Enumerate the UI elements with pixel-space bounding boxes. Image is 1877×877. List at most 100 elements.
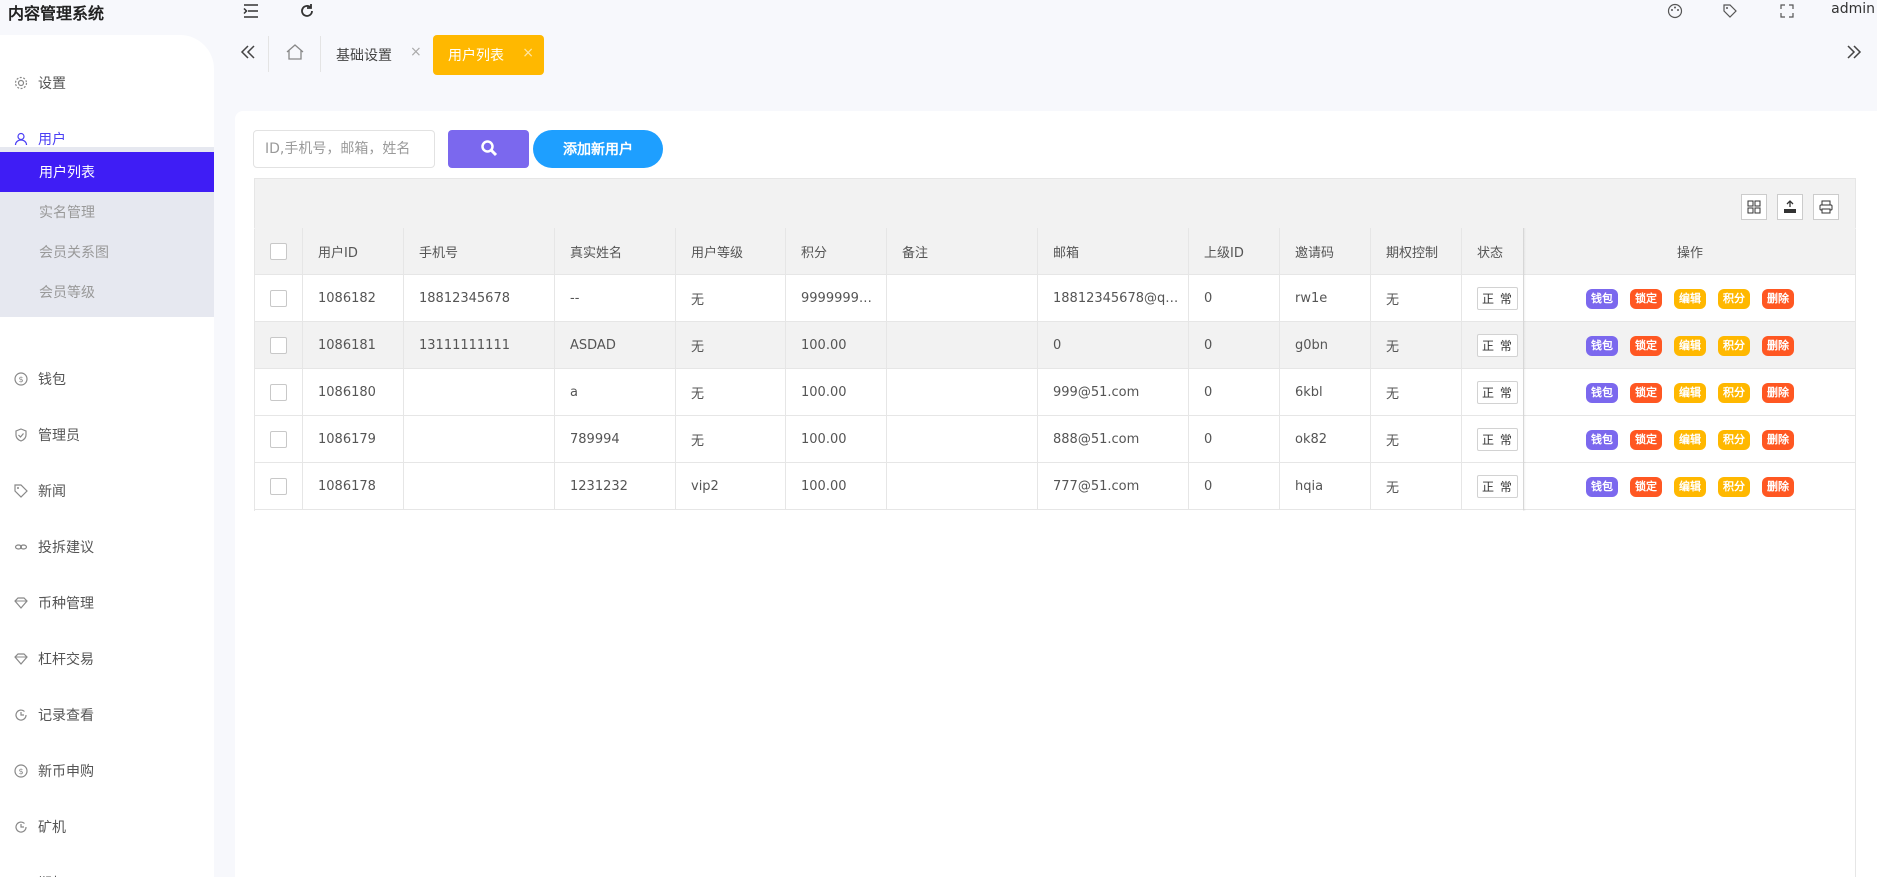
table-row[interactable]: 1086180 a 无 100.00 999@51.com 0 6kbl 无 正… bbox=[254, 369, 1856, 416]
lock-button[interactable]: 锁定 bbox=[1630, 382, 1662, 403]
tab-user-list[interactable]: 用户列表 × bbox=[433, 35, 544, 75]
submenu-item-real-name[interactable]: 实名管理 bbox=[0, 192, 214, 232]
tabs-scroll-right-icon[interactable] bbox=[1844, 42, 1864, 62]
sidebar-item-miner[interactable]: 矿机 bbox=[0, 807, 214, 847]
wallet-button[interactable]: 钱包 bbox=[1586, 288, 1618, 309]
points-button[interactable]: 积分 bbox=[1718, 476, 1750, 497]
cell-phone bbox=[404, 369, 555, 416]
edit-button[interactable]: 编辑 bbox=[1674, 476, 1706, 497]
points-button[interactable]: 积分 bbox=[1718, 382, 1750, 403]
row-checkbox[interactable] bbox=[269, 478, 287, 495]
lock-button[interactable]: 锁定 bbox=[1630, 335, 1662, 356]
row-checkbox[interactable] bbox=[269, 431, 287, 448]
search-input[interactable] bbox=[253, 130, 435, 168]
wallet-button[interactable]: 钱包 bbox=[1586, 335, 1618, 356]
cell-user-id: 1086179 bbox=[303, 416, 404, 463]
table-row[interactable]: 1086178 1231232 vip2 100.00 777@51.com 0… bbox=[254, 463, 1856, 510]
tag-icon[interactable] bbox=[1721, 2, 1739, 20]
sidebar-item-wallet[interactable]: $ 钱包 bbox=[0, 359, 214, 399]
cell-phone: 13111111111 bbox=[404, 322, 555, 369]
menu-toggle-icon[interactable] bbox=[242, 2, 260, 20]
sidebar-item-admins[interactable]: 管理员 bbox=[0, 415, 214, 455]
column-header[interactable]: 期权控制 bbox=[1371, 228, 1462, 275]
column-header[interactable]: 操作 bbox=[1524, 228, 1856, 275]
tabs-scroll-left-icon[interactable] bbox=[238, 42, 258, 62]
column-header[interactable]: 积分 bbox=[786, 228, 887, 275]
table-toolbar bbox=[254, 178, 1856, 229]
column-header[interactable]: 用户ID bbox=[303, 228, 404, 275]
export-icon[interactable] bbox=[1777, 194, 1803, 220]
lock-button[interactable]: 锁定 bbox=[1630, 429, 1662, 450]
status-badge: 正 常 bbox=[1477, 475, 1518, 498]
wallet-button[interactable]: 钱包 bbox=[1586, 382, 1618, 403]
sidebar-item-news[interactable]: 新闻 bbox=[0, 471, 214, 511]
search-button[interactable] bbox=[448, 130, 529, 168]
column-header[interactable]: 手机号 bbox=[404, 228, 555, 275]
columns-filter-icon[interactable] bbox=[1741, 194, 1767, 220]
wallet-button[interactable]: 钱包 bbox=[1586, 429, 1618, 450]
submenu-item-member-levels[interactable]: 会员等级 bbox=[0, 272, 214, 312]
print-icon[interactable] bbox=[1813, 194, 1839, 220]
add-user-button[interactable]: 添加新用户 bbox=[533, 130, 663, 168]
delete-button[interactable]: 删除 bbox=[1762, 382, 1794, 403]
tab-close-icon[interactable]: × bbox=[410, 44, 422, 60]
cell-option-control: 无 bbox=[1371, 369, 1462, 416]
delete-button[interactable]: 删除 bbox=[1762, 335, 1794, 356]
user-menu[interactable]: admin bbox=[1831, 1, 1875, 17]
theme-palette-icon[interactable] bbox=[1666, 2, 1684, 20]
diamond-icon bbox=[14, 596, 28, 610]
edit-button[interactable]: 编辑 bbox=[1674, 335, 1706, 356]
delete-button[interactable]: 删除 bbox=[1762, 476, 1794, 497]
column-header[interactable]: 上级ID bbox=[1189, 228, 1280, 275]
tab-basic-settings[interactable]: 基础设置 bbox=[336, 45, 392, 65]
column-header[interactable]: 状态 bbox=[1462, 228, 1524, 275]
sidebar-item-label: 新闻 bbox=[38, 484, 66, 500]
cell-invite-code: 6kbl bbox=[1280, 369, 1371, 416]
sidebar-item-records[interactable]: 记录查看 bbox=[0, 695, 214, 735]
edit-button[interactable]: 编辑 bbox=[1674, 429, 1706, 450]
delete-button[interactable]: 删除 bbox=[1762, 429, 1794, 450]
column-header[interactable]: 邮箱 bbox=[1038, 228, 1189, 275]
points-button[interactable]: 积分 bbox=[1718, 335, 1750, 356]
table-row[interactable]: 1086179 789994 无 100.00 888@51.com 0 ok8… bbox=[254, 416, 1856, 463]
points-button[interactable]: 积分 bbox=[1718, 429, 1750, 450]
home-tab-icon[interactable] bbox=[286, 44, 306, 64]
row-select-cell bbox=[254, 463, 303, 510]
cell-real-name: a bbox=[555, 369, 676, 416]
cell-parent-id: 0 bbox=[1189, 369, 1280, 416]
refresh-icon[interactable] bbox=[298, 2, 316, 20]
row-checkbox[interactable] bbox=[269, 337, 287, 354]
lock-button[interactable]: 锁定 bbox=[1630, 288, 1662, 309]
edit-button[interactable]: 编辑 bbox=[1674, 382, 1706, 403]
cell-option-control: 无 bbox=[1371, 322, 1462, 369]
lock-button[interactable]: 锁定 bbox=[1630, 476, 1662, 497]
edit-button[interactable]: 编辑 bbox=[1674, 288, 1706, 309]
column-header[interactable]: 真实姓名 bbox=[555, 228, 676, 275]
submenu-item-member-relations[interactable]: 会员关系图 bbox=[0, 232, 214, 272]
sidebar-item-currency[interactable]: 币种管理 bbox=[0, 583, 214, 623]
row-checkbox[interactable] bbox=[269, 290, 287, 307]
wallet-button[interactable]: 钱包 bbox=[1586, 476, 1618, 497]
sidebar-item-feedback[interactable]: 投拆建议 bbox=[0, 527, 214, 567]
submenu-item-user-list[interactable]: 用户列表 bbox=[0, 152, 214, 192]
column-header[interactable]: 备注 bbox=[887, 228, 1038, 275]
dollar-icon: $ bbox=[14, 372, 28, 386]
fullscreen-icon[interactable] bbox=[1778, 2, 1796, 20]
sidebar-item-settings[interactable]: 设置 bbox=[0, 63, 214, 103]
table-row[interactable]: 1086182 18812345678 -- 无 9999999… 188123… bbox=[254, 275, 1856, 322]
sidebar-item-new-coin[interactable]: $ 新币申购 bbox=[0, 751, 214, 791]
sidebar-item-options[interactable]: 期权 bbox=[0, 863, 214, 877]
cell-actions: 钱包 锁定 编辑 积分 删除 bbox=[1524, 275, 1856, 322]
tab-close-icon[interactable]: × bbox=[522, 45, 534, 61]
delete-button[interactable]: 删除 bbox=[1762, 288, 1794, 309]
row-checkbox[interactable] bbox=[269, 384, 287, 401]
sidebar-item-leverage[interactable]: 杠杆交易 bbox=[0, 639, 214, 679]
table-header-row: 用户ID 手机号 真实姓名 用户等级 积分 备注 邮箱 上级ID 邀请码 期权控… bbox=[254, 228, 1856, 275]
status-badge: 正 常 bbox=[1477, 381, 1518, 404]
points-button[interactable]: 积分 bbox=[1718, 288, 1750, 309]
column-header[interactable]: 邀请码 bbox=[1280, 228, 1371, 275]
select-all-checkbox[interactable] bbox=[269, 243, 287, 260]
column-header[interactable]: 用户等级 bbox=[676, 228, 786, 275]
table-row[interactable]: 1086181 13111111111 ASDAD 无 100.00 0 0 g… bbox=[254, 322, 1856, 369]
cell-invite-code: g0bn bbox=[1280, 322, 1371, 369]
